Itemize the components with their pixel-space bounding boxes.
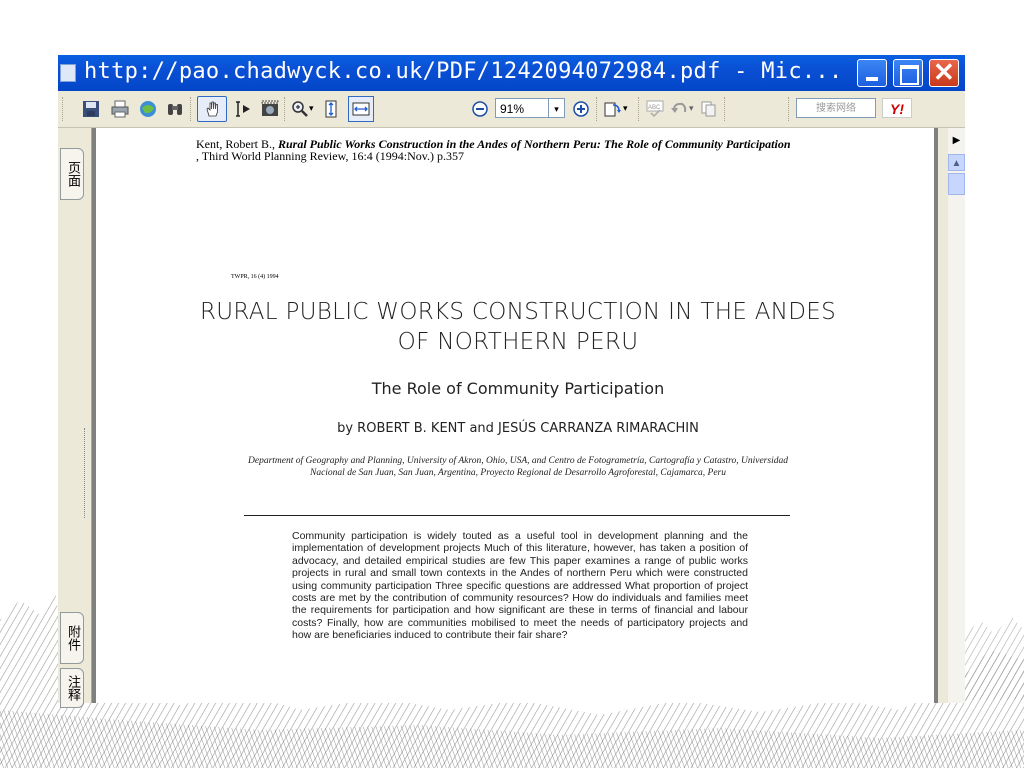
zoom-dropdown-icon[interactable]: ▾ xyxy=(549,98,565,118)
toolbar-separator xyxy=(596,97,600,121)
fit-width-icon xyxy=(352,102,370,116)
toolbar-separator xyxy=(284,97,288,121)
email-icon[interactable] xyxy=(139,100,157,118)
close-button[interactable]: ✕ xyxy=(929,57,959,87)
panel-expand-arrow-icon[interactable]: ▶ xyxy=(948,132,965,149)
author-affiliations: Department of Geography and Planning, Un… xyxy=(248,456,788,478)
citation-rest: , Third World Planning Review, 16:4 (199… xyxy=(196,149,465,163)
undo-icon[interactable] xyxy=(670,100,688,118)
fit-width-button[interactable] xyxy=(348,96,374,122)
document-viewport[interactable]: Kent, Robert B., Rural Public Works Cons… xyxy=(92,128,938,703)
zoom-level-input[interactable]: 91% xyxy=(495,98,549,118)
web-search-input[interactable]: 搜索网络 xyxy=(796,98,876,118)
maximize-icon xyxy=(900,65,919,85)
ie-page-icon xyxy=(60,64,76,82)
browser-window: http://pao.chadwyck.co.uk/PDF/1242094072… xyxy=(58,55,965,708)
save-icon[interactable] xyxy=(82,100,100,118)
zoom-in-icon[interactable] xyxy=(291,100,309,118)
article-authors: by ROBERT B. KENT and JESÚS CARRANZA RIM… xyxy=(337,421,699,436)
zoom-in-plus-icon[interactable] xyxy=(572,100,590,118)
select-text-icon[interactable] xyxy=(234,100,252,118)
rotate-dropdown-icon[interactable]: ▾ xyxy=(623,103,628,123)
maximize-button[interactable] xyxy=(893,59,923,87)
tab-comments[interactable]: 注释 xyxy=(60,668,84,708)
tab-pages[interactable]: 页面 xyxy=(60,148,84,200)
article-abstract: Community participation is widely touted… xyxy=(292,530,748,642)
zoom-tool-dropdown-icon[interactable]: ▾ xyxy=(309,103,314,123)
copy-icon[interactable] xyxy=(700,100,718,118)
citation-header: Kent, Robert B., Rural Public Works Cons… xyxy=(196,138,796,162)
print-icon[interactable] xyxy=(111,100,129,118)
minimize-button[interactable] xyxy=(857,59,887,87)
divider xyxy=(244,515,790,516)
pdf-page: Kent, Robert B., Rural Public Works Cons… xyxy=(96,128,934,703)
toolbar-grip xyxy=(62,97,66,121)
snapshot-icon[interactable] xyxy=(261,100,279,118)
journal-tag: TWPR, 16 (4) 1994 xyxy=(231,274,279,280)
toolbar-separator xyxy=(788,97,792,121)
vertical-scrollbar-thumb[interactable] xyxy=(948,173,965,195)
toolbar-separator xyxy=(724,97,728,121)
hand-tool-button[interactable] xyxy=(197,96,227,122)
toolbar-separator xyxy=(190,97,194,121)
find-icon[interactable] xyxy=(166,100,184,118)
minimize-icon xyxy=(866,77,878,81)
article-subtitle: The Role of Community Participation xyxy=(371,379,665,398)
hand-tool-icon xyxy=(206,101,218,117)
window-title: http://pao.chadwyck.co.uk/PDF/1242094072… xyxy=(84,59,843,84)
panel-resize-grip[interactable] xyxy=(84,428,89,518)
undo-dropdown-icon[interactable]: ▾ xyxy=(689,103,694,123)
tab-attachments[interactable]: 附件 xyxy=(60,612,84,664)
toolbar-separator xyxy=(638,97,642,121)
article-title: RURAL PUBLIC WORKS CONSTRUCTION IN THE A… xyxy=(199,299,837,355)
yahoo-search-button[interactable]: Y! xyxy=(882,98,912,118)
fit-page-icon[interactable] xyxy=(322,100,340,118)
title-bar[interactable]: http://pao.chadwyck.co.uk/PDF/1242094072… xyxy=(58,55,965,91)
spelling-icon[interactable]: ABC xyxy=(646,100,664,118)
right-scroll-panel: ▶ ▲ xyxy=(948,128,965,703)
pdf-toolbar: ▾ 91% ▾ ▾ ABC ▾ 搜索网络 Y! xyxy=(58,91,965,128)
left-navigation-panel: 页面 附件 注释 xyxy=(58,128,92,708)
close-icon: ✕ xyxy=(933,57,955,87)
rotate-icon[interactable] xyxy=(603,100,621,118)
zoom-out-minus-icon[interactable] xyxy=(471,100,489,118)
scroll-up-arrow[interactable]: ▲ xyxy=(948,154,965,171)
